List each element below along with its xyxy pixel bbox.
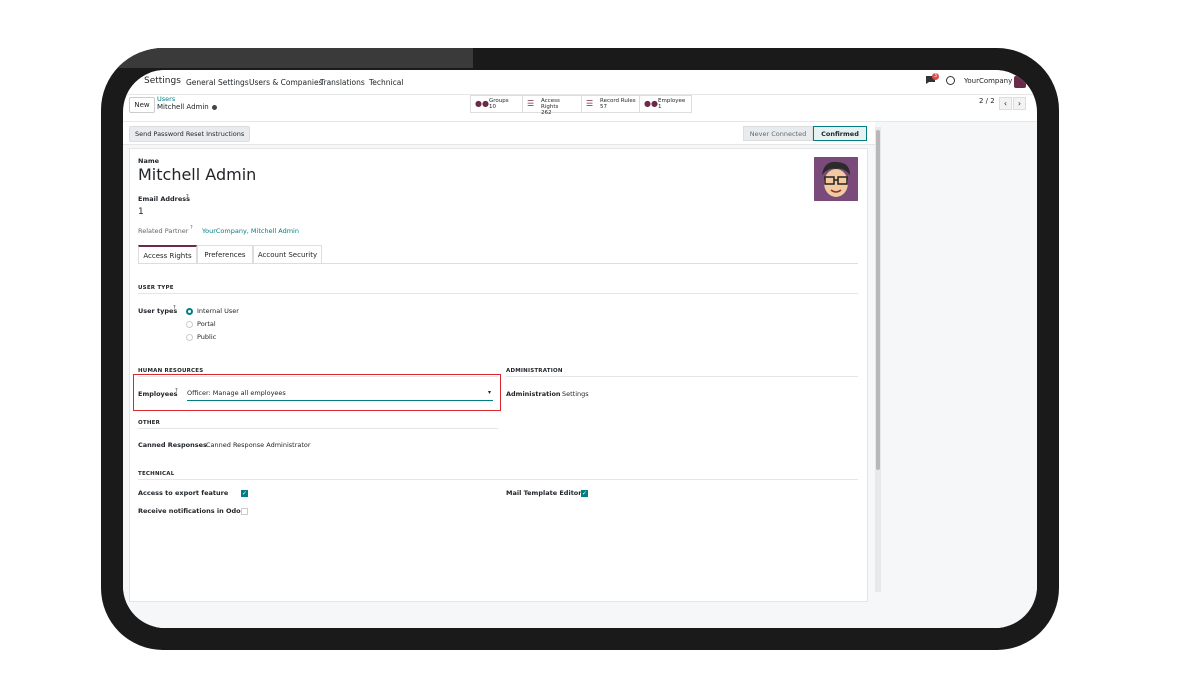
menu-general-settings[interactable]: General Settings [186,78,249,87]
divider [506,376,858,377]
device-frame: Settings General Settings Users & Compan… [101,48,1059,650]
notifications-checkbox[interactable] [241,508,248,515]
administration-label: Administration [506,390,561,398]
section-other: OTHER [138,420,161,426]
control-panel: New Users Mitchell Admin ●● Groups 10 ☰ … [123,95,1037,122]
divider [138,428,498,429]
email-help-icon[interactable]: ? [186,194,189,200]
user-name[interactable]: Mitchell Admin [138,165,256,184]
email-label: Email Address [138,195,191,203]
employee-stat-button[interactable]: ●● Employee 1 [640,96,691,112]
users-icon: ●● [475,99,489,108]
company-switcher[interactable]: YourCompany [964,77,1012,85]
groups-stat-button[interactable]: ●● Groups 10 [471,96,523,112]
menu-translations[interactable]: Translations [320,78,365,87]
employee-stat-label: Employee [658,98,686,104]
export-feature-label: Access to export feature [138,489,229,497]
list-icon: ☰ [586,99,594,108]
notebook-tabs: Access Rights Preferences Account Securi… [138,245,858,264]
user-avatar-image[interactable] [814,157,858,201]
name-label: Name [138,157,160,165]
status-bar: Send Password Reset Instructions Never C… [123,122,875,145]
notifications-label: Receive notifications in Odoo [138,507,246,515]
stage-never-connected[interactable]: Never Connected [743,126,813,141]
screen: Settings General Settings Users & Compan… [123,70,1037,628]
pager-next-icon[interactable]: › [1013,97,1026,110]
user-avatar[interactable] [1014,76,1026,88]
app-title[interactable]: Settings [144,76,181,86]
radio-internal-user-label[interactable]: Internal User [197,307,239,315]
breadcrumb-current-label: Mitchell Admin [157,103,209,111]
divider [138,479,858,480]
chat-badge: 3 [932,73,939,80]
administration-value[interactable]: Settings [562,390,589,398]
access-rights-stat-value: 262 [541,110,552,116]
employee-stat-value: 1 [658,104,662,110]
clock-icon[interactable] [946,76,955,85]
access-rights-stat-label: Access Rights [541,98,560,110]
tab-access-rights[interactable]: Access Rights [138,245,197,263]
user-types-help-icon[interactable]: ? [173,305,176,311]
highlight-box [133,374,501,411]
radio-public-label[interactable]: Public [197,333,216,341]
mail-template-editor-checkbox[interactable]: ✓ [581,490,588,497]
radio-portal-label[interactable]: Portal [197,320,216,328]
send-password-reset-button[interactable]: Send Password Reset Instructions [129,126,251,142]
radio-public[interactable] [186,334,193,341]
pager-value[interactable]: 2 / 2 [979,97,995,105]
menu-users-companies[interactable]: Users & Companies [249,78,322,87]
menu-technical[interactable]: Technical [369,78,403,87]
breadcrumb-current: Mitchell Admin [157,103,217,111]
stage-confirmed[interactable]: Confirmed [813,126,867,141]
related-partner-link[interactable]: YourCompany, Mitchell Admin [202,227,299,235]
tab-preferences[interactable]: Preferences [197,245,253,263]
tab-account-security[interactable]: Account Security [253,245,322,263]
record-rules-stat-value: 57 [600,104,607,110]
gear-icon[interactable] [211,104,217,110]
user-types-label: User types [138,307,178,315]
related-partner-label: Related Partner [138,227,189,235]
pager-prev-icon[interactable]: ‹ [999,97,1012,110]
email-value[interactable]: 1 [138,207,144,217]
section-administration: ADMINISTRATION [506,368,563,374]
divider [138,293,858,294]
section-user-type: USER TYPE [138,285,174,291]
canned-responses-label: Canned Responses [138,441,207,449]
canned-responses-value[interactable]: Canned Response Administrator [206,441,311,449]
partner-help-icon[interactable]: ? [190,225,193,231]
new-button[interactable]: New [129,97,155,113]
groups-stat-value: 10 [489,104,496,110]
frame-highlight [101,48,473,68]
export-feature-checkbox[interactable]: ✓ [241,490,248,497]
scrollbar-thumb[interactable] [876,130,880,470]
smart-buttons: ●● Groups 10 ☰ Access Rights 262 ☰ Recor… [470,95,692,116]
radio-internal-user[interactable] [186,308,193,315]
section-technical: TECHNICAL [138,471,175,477]
breadcrumb-users[interactable]: Users [157,95,175,103]
record-rules-stat-button[interactable]: ☰ Record Rules 57 [582,96,640,112]
access-rights-stat-button[interactable]: ☰ Access Rights 262 [523,96,582,116]
mail-template-editor-label: Mail Template Editor [506,489,582,497]
top-navbar: Settings General Settings Users & Compan… [123,70,1037,95]
radio-portal[interactable] [186,321,193,328]
list-icon: ☰ [527,99,535,108]
users-icon: ●● [644,99,658,108]
avatar-illustration [814,157,858,201]
